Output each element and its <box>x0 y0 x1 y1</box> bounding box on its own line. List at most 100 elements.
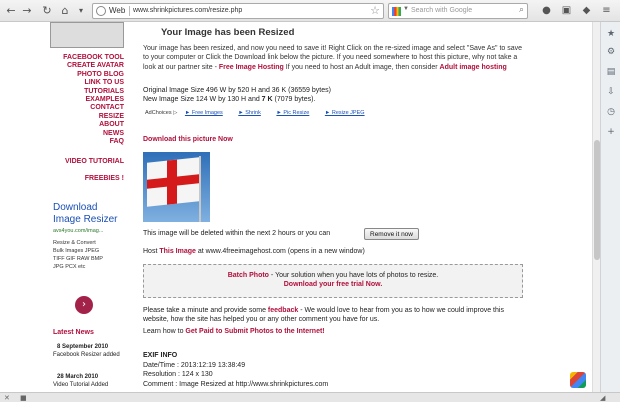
dropdown-icon[interactable]: ▾ <box>74 4 88 18</box>
adchoices-label[interactable]: AdChoices <box>145 110 172 116</box>
adchoices-icon[interactable]: ▷ <box>173 110 177 116</box>
nav-link[interactable]: LINK TO US <box>40 79 124 87</box>
document-icon[interactable]: ▤ <box>605 66 617 78</box>
video-tutorial-link[interactable]: VIDEO TUTORIAL <box>40 158 124 165</box>
history-icon[interactable]: ◷ <box>605 106 617 118</box>
ad-links-row: AdChoices ▷ ► Free Images ► Shrink ► Pic… <box>145 110 365 116</box>
batch-photo-box: Batch Photo - Your solution when you hav… <box>143 264 523 298</box>
url-separator <box>129 6 130 16</box>
address-bar[interactable]: Web www.shrinkpictures.com/resize.php ☆ <box>92 3 384 19</box>
star-icon[interactable]: ★ <box>605 28 617 40</box>
nav-link[interactable]: PHOTO BLOG <box>40 71 124 79</box>
lock-icon: ■ <box>20 394 27 402</box>
original-size: Original Image Size 496 W by 520 H and 3… <box>143 87 331 94</box>
free-trial-link[interactable]: Download your free trial Now. <box>144 281 522 288</box>
learn-line: Learn how to Get Paid to Submit Photos t… <box>143 328 325 335</box>
latest-news-heading: Latest News <box>53 329 94 336</box>
download-icon[interactable]: ⇩ <box>605 86 617 98</box>
resize-grip-icon[interactable]: ◢ <box>600 393 605 402</box>
host-this-image-link[interactable]: This Image <box>159 248 196 255</box>
news-date: 8 September 2010 <box>57 344 109 350</box>
new-size-kb: 7 K <box>261 96 273 104</box>
side-ad[interactable]: Download Image Resizer avs4you.com/imag.… <box>53 202 119 314</box>
right-sidebar: ★ ⚙ ▤ ⇩ ◷ + <box>600 22 620 392</box>
back-icon[interactable]: ← <box>4 4 18 18</box>
page-title: Your Image has been Resized <box>161 27 295 38</box>
nav-link[interactable]: RESIZE <box>40 113 124 121</box>
ad-link-resize-jpeg[interactable]: ► Resize JPEG <box>325 110 365 116</box>
feedback-link[interactable]: feedback <box>268 307 298 314</box>
reload-icon[interactable]: ↻ <box>40 4 54 18</box>
batch-photo-link[interactable]: Batch Photo <box>228 272 269 279</box>
host-suffix: at www.4freeimagehost.com (opens in a ne… <box>195 248 365 255</box>
add-icon[interactable]: + <box>605 126 617 138</box>
forward-icon[interactable]: → <box>20 4 34 18</box>
nav-link[interactable]: CREATE AVATAR <box>40 62 124 70</box>
site-logo[interactable] <box>50 22 124 48</box>
get-paid-link[interactable]: Get Paid to Submit Photos to the Interne… <box>185 328 324 335</box>
downloads-icon[interactable]: ▣ <box>560 4 573 17</box>
search-input[interactable]: Search with Google <box>411 7 472 14</box>
intro-paragraph: Your image has been resized, and now you… <box>143 44 528 72</box>
ad-arrow-icon[interactable]: › <box>75 296 93 314</box>
adult-image-hosting-link[interactable]: Adult image hosting <box>440 64 507 71</box>
ad-link-free-images[interactable]: ► Free Images <box>185 110 223 116</box>
star-icon[interactable]: ☆ <box>370 4 380 17</box>
home-icon[interactable]: ⌂ <box>58 4 72 18</box>
ad-url[interactable]: avs4you.com/imag... <box>53 228 119 234</box>
new-size: New Image Size 124 W by 130 H and 7 K (7… <box>143 95 528 104</box>
new-size-suffix: (7079 bytes). <box>272 96 316 104</box>
nav-link[interactable]: ABOUT <box>40 121 124 129</box>
exif-datetime: Date/Time : 2013:12:19 13:38:49 <box>143 362 246 369</box>
nav-link[interactable]: EXAMPLES <box>40 96 124 104</box>
vertical-scrollbar[interactable] <box>592 22 600 392</box>
extension-icon[interactable]: ● <box>540 4 553 17</box>
host-line: Host This Image at www.4freeimagehost.co… <box>143 248 365 255</box>
globe-icon <box>96 6 106 16</box>
exif-resolution: Resolution : 124 x 130 <box>143 371 213 379</box>
new-size-prefix: New Image Size 124 W by 130 H and <box>143 96 262 104</box>
remove-it-now-button[interactable]: Remove it now <box>364 228 419 240</box>
image-size-info: Original Image Size 496 W by 520 H and 3… <box>143 86 528 105</box>
search-bar[interactable]: ▼ Search with Google ⌕ <box>388 3 528 19</box>
intro-text-2: If you need to host an Adult image, then… <box>283 63 440 71</box>
feedback-text-1: Please take a minute and provide some <box>143 307 268 314</box>
news-text: Video Tutorial Added <box>53 382 109 388</box>
free-image-hosting-link[interactable]: Free Image Hosting <box>219 64 284 71</box>
ad-line: JPG PCX etc <box>53 264 86 270</box>
ad-title[interactable]: Download Image Resizer <box>53 202 119 226</box>
gear-icon[interactable]: ⚙ <box>605 46 617 58</box>
search-icon[interactable]: ⌕ <box>519 5 524 15</box>
ad-line: Bulk Images JPEG <box>53 248 100 254</box>
chevron-down-icon[interactable]: ▼ <box>403 6 409 12</box>
flag-pole <box>199 156 201 222</box>
menu-icon[interactable]: ≡ <box>600 4 613 17</box>
url-scheme-label: Web <box>109 6 126 15</box>
addon-icon[interactable]: ◆ <box>580 4 593 17</box>
nav-link[interactable]: FAQ <box>40 138 124 146</box>
ad-link-pic-resize[interactable]: ► Pic Resize <box>276 110 309 116</box>
flag-image <box>147 157 199 207</box>
nav-link[interactable]: NEWS <box>40 130 124 138</box>
download-picture-link[interactable]: Download this picture Now <box>143 136 233 143</box>
close-icon[interactable]: ✕ <box>4 393 10 402</box>
browser-toolbar: ← → ↻ ⌂ ▾ Web www.shrinkpictures.com/res… <box>0 0 620 22</box>
status-bar: ✕ ■ ◢ <box>0 392 620 402</box>
resized-image[interactable] <box>143 152 210 222</box>
google-icon[interactable] <box>392 7 401 16</box>
batch-text: - Your solution when you have lots of ph… <box>268 272 439 279</box>
app-icon[interactable] <box>570 372 586 388</box>
batch-line: Batch Photo - Your solution when you hav… <box>144 272 522 279</box>
ad-line: Resize & Convert <box>53 240 96 246</box>
nav-link[interactable]: TUTORIALS <box>40 88 124 96</box>
exif-info: Date/Time : 2013:12:19 13:38:49 Resoluti… <box>143 361 328 389</box>
freebies-link[interactable]: FREEBIES ! <box>40 175 124 182</box>
exif-heading: EXIF INFO <box>143 352 178 359</box>
nav-link[interactable]: CONTACT <box>40 104 124 112</box>
feedback-paragraph: Please take a minute and provide some fe… <box>143 306 528 325</box>
news-date: 28 March 2010 <box>57 374 99 380</box>
url-text[interactable]: www.shrinkpictures.com/resize.php <box>133 7 242 14</box>
ad-link-shrink[interactable]: ► Shrink <box>238 110 261 116</box>
nav-link[interactable]: FACEBOOK TOOL <box>40 54 124 62</box>
left-nav: FACEBOOK TOOL CREATE AVATAR PHOTO BLOG LINK… <box>40 54 124 146</box>
